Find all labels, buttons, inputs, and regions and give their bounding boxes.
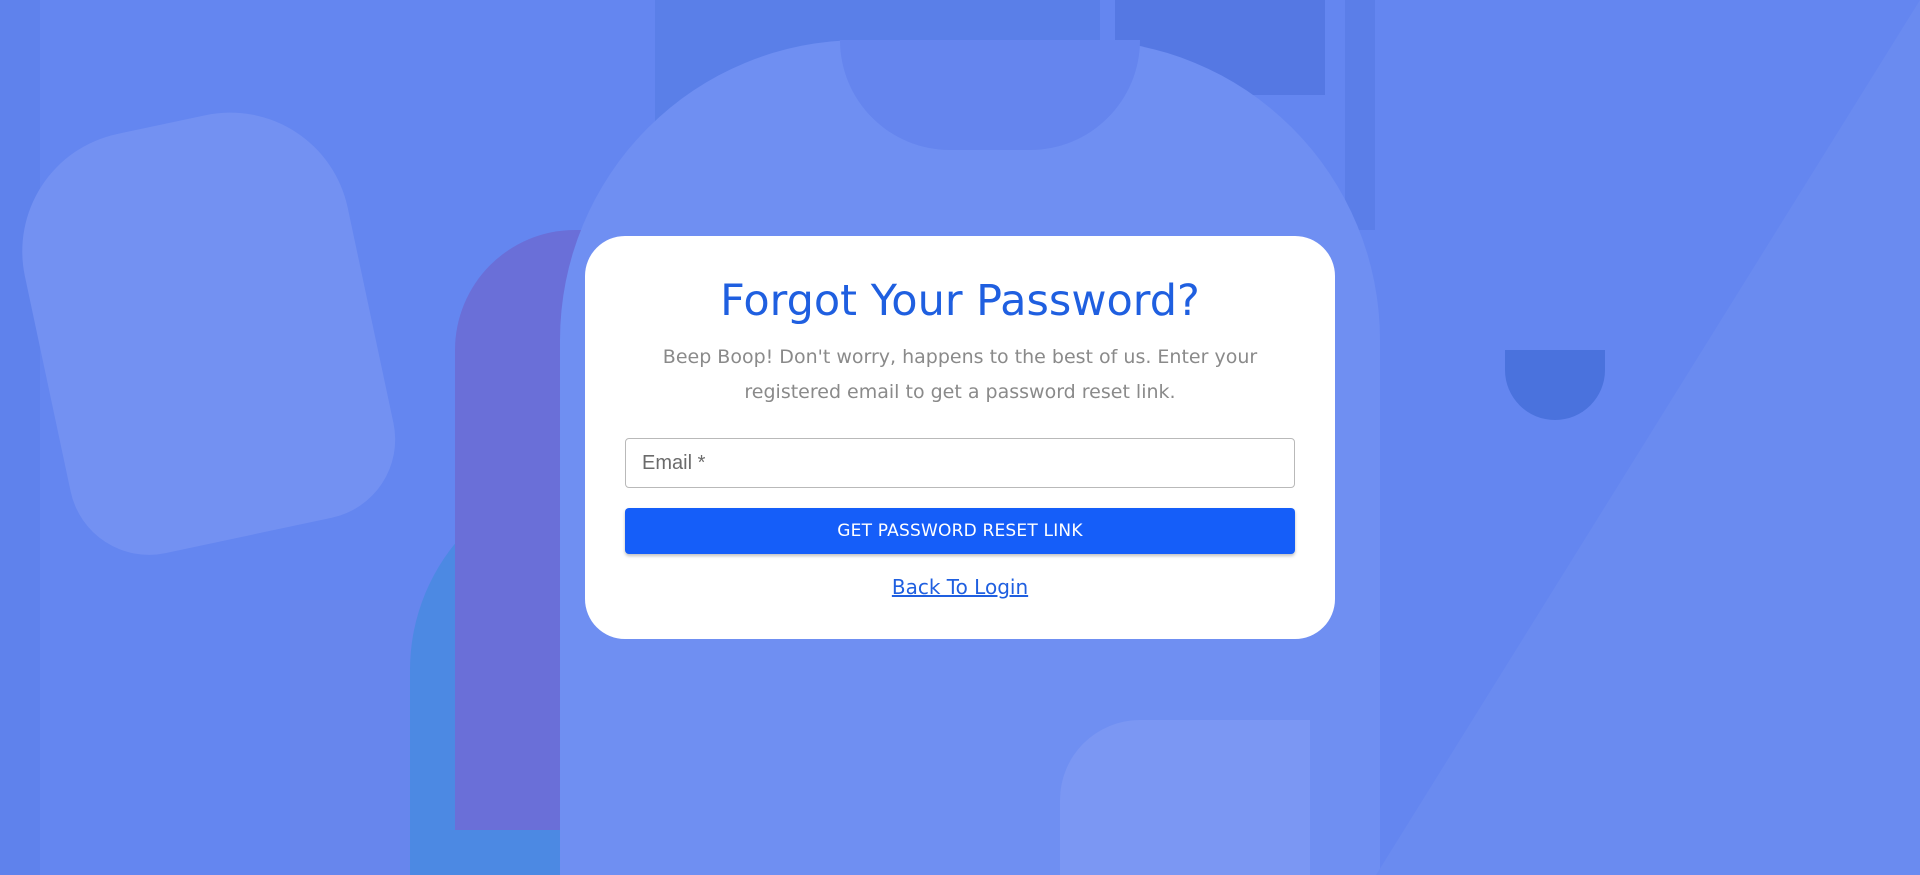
get-reset-link-button[interactable]: GET PASSWORD RESET LINK (625, 508, 1295, 554)
bg-shape-frame (1345, 0, 1375, 230)
email-field[interactable] (625, 438, 1295, 488)
bg-shape-lamp (1505, 350, 1605, 420)
bg-shape-hand (0, 90, 411, 570)
bg-shape-arm (1060, 720, 1310, 875)
back-to-login-link[interactable]: Back To Login (892, 575, 1028, 599)
page-title: Forgot Your Password? (720, 276, 1200, 326)
forgot-password-card: Forgot Your Password? Beep Boop! Don't w… (585, 236, 1335, 639)
bg-shape-wall (0, 0, 40, 875)
instruction-text: Beep Boop! Don't worry, happens to the b… (662, 346, 1258, 403)
